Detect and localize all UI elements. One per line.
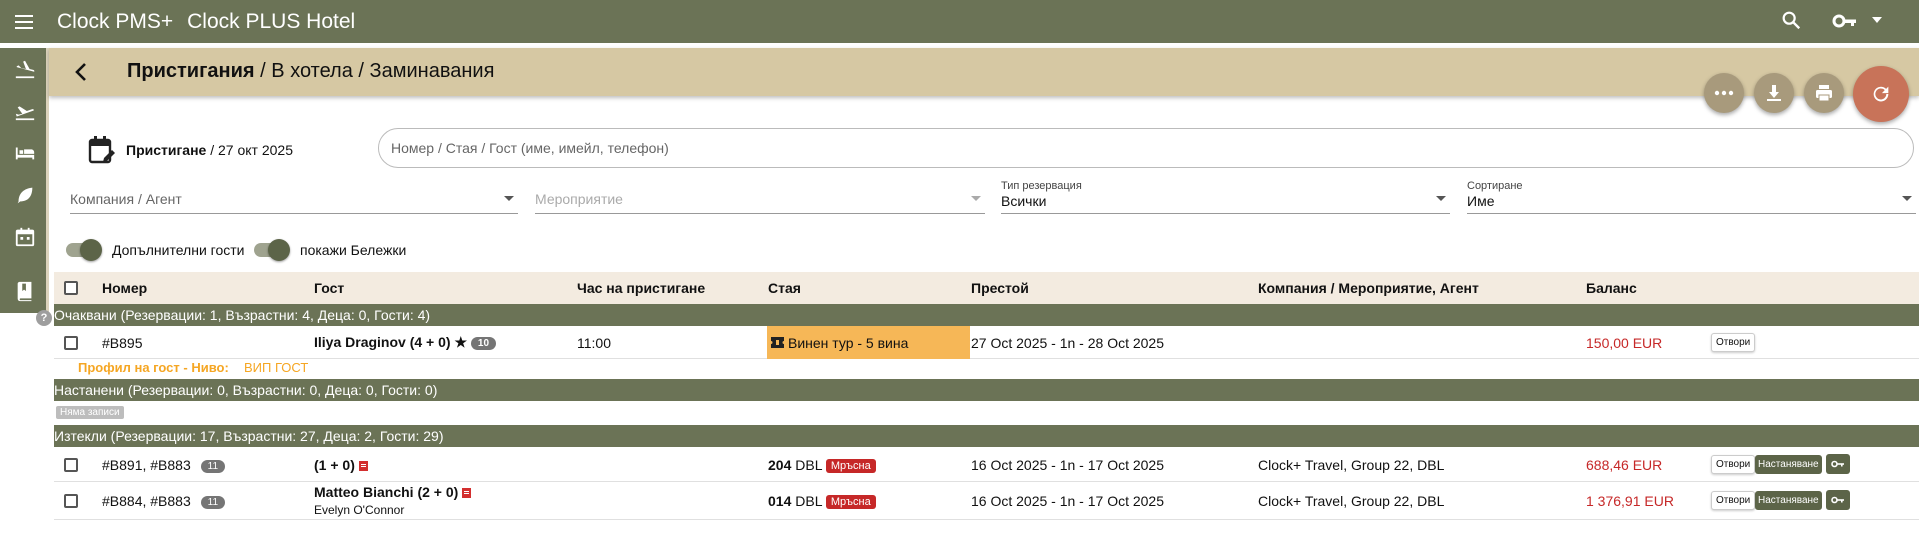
- search-icon[interactable]: [1780, 9, 1802, 31]
- table-row[interactable]: #B895 Iliya Draginov (4 + 0) ★ 10 11:00 …: [54, 326, 1919, 359]
- note-icon[interactable]: [462, 488, 472, 499]
- download-icon: [1767, 85, 1781, 101]
- search-input[interactable]: Номер / Стая / Гост (име, имейл, телефон…: [378, 128, 1914, 168]
- key-button[interactable]: [1826, 490, 1850, 510]
- breadcrumb-arrivals[interactable]: Пристигания: [127, 60, 255, 82]
- breadcrumb-departures[interactable]: Заминавания: [370, 60, 495, 82]
- dropdown-arrow-icon: [1436, 196, 1446, 201]
- edit-calendar-icon: [88, 136, 115, 164]
- count-badge: 11: [200, 495, 226, 509]
- room-status-badge: Мръсна: [825, 495, 876, 510]
- loyalty-badge: 10: [470, 336, 497, 350]
- open-button[interactable]: Отвори: [1711, 455, 1756, 474]
- check-in-button[interactable]: Настаняване: [1755, 491, 1822, 510]
- hotel-name: Clock PLUS Hotel: [187, 9, 356, 33]
- breadcrumb: Пристигания / В хотела / Заминавания: [127, 60, 495, 82]
- dropdown-arrow-icon: [1902, 196, 1912, 201]
- select-all-checkbox[interactable]: [64, 281, 78, 295]
- page-header: Пристигания / В хотела / Заминавания: [49, 48, 1919, 96]
- back-arrow-icon[interactable]: [71, 61, 91, 83]
- key-icon: [1831, 496, 1844, 504]
- sort-select[interactable]: Сортиране Име: [1467, 180, 1916, 214]
- note-icon[interactable]: [358, 461, 368, 472]
- date-picker[interactable]: Пристигане / 27 окт 2025: [88, 135, 293, 165]
- check-in-button[interactable]: Настаняване: [1755, 455, 1822, 474]
- group-expired: Изтекли (Резервации: 17, Възрастни: 27, …: [54, 425, 1919, 447]
- extra-guests-toggle[interactable]: Допълнителни гости: [66, 239, 244, 261]
- reservation-type-select[interactable]: Тип резервация Всички: [1001, 180, 1450, 214]
- book-icon[interactable]: [0, 270, 49, 312]
- row-checkbox[interactable]: [64, 494, 78, 508]
- table-row[interactable]: #B891, #B883 11 (1 + 0) 204 DBL Мръсна 1…: [54, 447, 1919, 482]
- date-label: Пристигане: [126, 142, 207, 158]
- app-brand: Clock PMS+: [57, 9, 174, 33]
- group-checked-in: Настанени (Резервации: 0, Възрастни: 0, …: [54, 379, 1919, 401]
- more-button[interactable]: [1704, 73, 1744, 113]
- event-select[interactable]: Мероприятие: [535, 180, 985, 214]
- print-icon: [1816, 85, 1832, 102]
- date-value: / 27 окт 2025: [210, 142, 293, 158]
- top-app-bar: Clock PMS+ Clock PLUS Hotel: [0, 0, 1919, 43]
- room-status-badge: Мръсна: [825, 459, 876, 474]
- open-button[interactable]: Отвори: [1711, 333, 1756, 352]
- sidebar: ?: [0, 48, 52, 326]
- chevron-down-icon[interactable]: [1872, 17, 1882, 23]
- count-badge: 11: [200, 459, 226, 473]
- print-button[interactable]: [1804, 73, 1844, 113]
- group-expected: Очаквани (Резервации: 1, Възрастни: 4, Д…: [54, 304, 1919, 326]
- more-horiz-icon: [1714, 90, 1734, 96]
- refresh-icon: [1873, 86, 1889, 102]
- key-icon: [1831, 460, 1844, 468]
- key-icon[interactable]: [1832, 11, 1858, 31]
- calendar-icon[interactable]: [0, 216, 49, 258]
- ticket-icon: [771, 337, 784, 348]
- help-icon[interactable]: ?: [36, 310, 52, 326]
- company-agent-select[interactable]: Компания / Агент: [70, 180, 518, 214]
- no-records-badge: Няма записи: [56, 406, 124, 419]
- guest-profile-line: Профил на гост - Ниво: ВИП ГОСТ: [78, 360, 309, 375]
- dropdown-arrow-icon: [504, 196, 514, 201]
- room-package-tag: Винен тур - 5 вина: [767, 326, 970, 359]
- row-checkbox[interactable]: [64, 336, 78, 350]
- dropdown-arrow-icon: [971, 196, 981, 201]
- arrivals-table: Номер Гост Час на пристигане Стая Престо…: [54, 272, 1919, 520]
- flight-takeoff-icon[interactable]: [0, 90, 49, 132]
- download-button[interactable]: [1754, 73, 1794, 113]
- menu-icon[interactable]: [15, 9, 41, 35]
- table-row[interactable]: #B884, #B883 11 Matteo Bianchi (2 + 0) E…: [54, 482, 1919, 520]
- star-icon: ★: [454, 334, 468, 350]
- refresh-button[interactable]: [1853, 66, 1909, 122]
- row-checkbox[interactable]: [64, 458, 78, 472]
- breadcrumb-in-hotel[interactable]: В хотела: [271, 60, 353, 82]
- open-button[interactable]: Отвори: [1711, 491, 1756, 510]
- leaf-icon[interactable]: [0, 174, 49, 216]
- show-notes-toggle[interactable]: покажи Бележки: [254, 239, 406, 261]
- flight-land-icon[interactable]: [0, 48, 49, 90]
- bed-icon[interactable]: [0, 132, 49, 174]
- table-header: Номер Гост Час на пристигане Стая Престо…: [54, 272, 1919, 304]
- key-button[interactable]: [1826, 454, 1850, 474]
